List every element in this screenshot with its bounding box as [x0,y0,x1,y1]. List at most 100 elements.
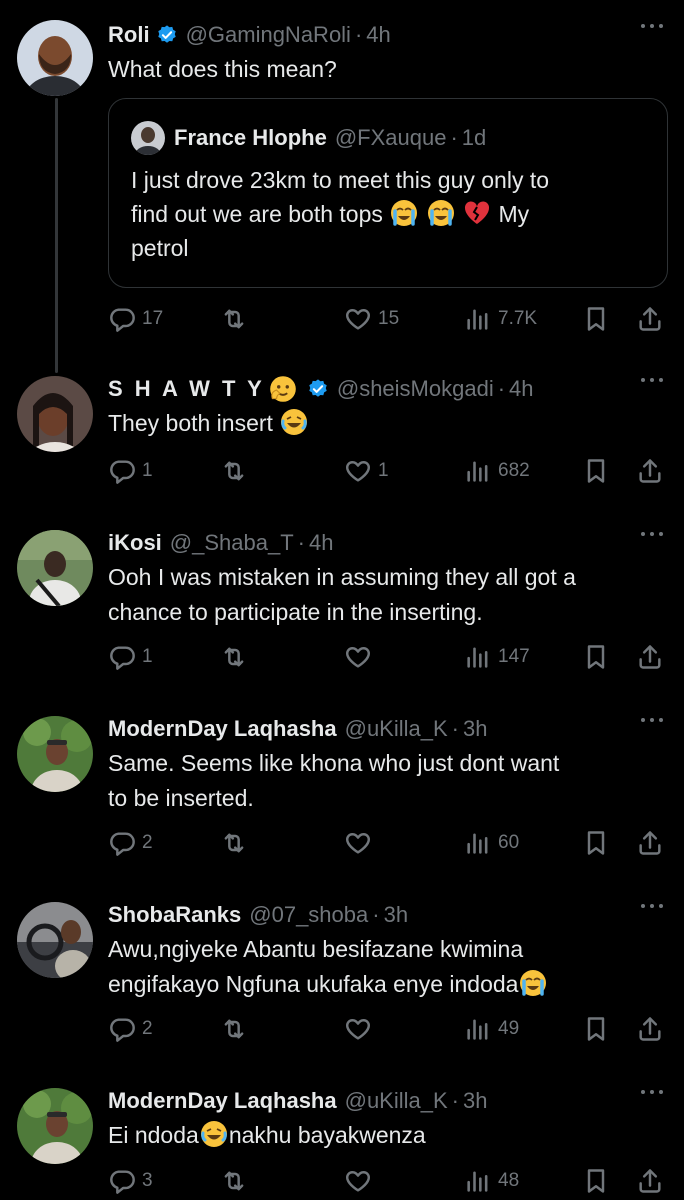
share-button[interactable] [636,454,664,488]
timestamp[interactable]: 3h [463,715,487,743]
more-icon[interactable] [640,902,664,910]
bookmark-button[interactable] [582,454,610,488]
share-button[interactable] [636,302,664,336]
author-handle[interactable]: @uKilla_K [345,1087,448,1115]
quoted-tweet-text: I just drove 23km to meet this guy only … [131,163,645,265]
reply-button[interactable]: 1 [108,640,153,674]
repost-button[interactable] [220,302,248,336]
views-button[interactable]: 682 [464,454,530,488]
author-handle[interactable]: @07_shoba [249,901,368,929]
more-icon[interactable] [640,530,664,538]
separator-dot: · [450,125,458,150]
more-icon[interactable] [640,22,664,30]
views-button[interactable]: 147 [464,640,530,674]
avatar[interactable] [17,376,93,452]
author-name[interactable]: ModernDay Laqhasha [108,1087,337,1115]
timestamp[interactable]: 4h [309,529,333,557]
repost-button[interactable] [220,640,248,674]
quoted-tweet[interactable]: France Hlophe @FXauque · 1d I just drove… [108,98,668,288]
like-count: 1 [378,460,389,481]
reply-count: 17 [142,308,164,329]
bookmark-button[interactable] [582,826,610,860]
avatar[interactable] [17,1088,93,1164]
timestamp[interactable]: 3h [463,1087,487,1115]
views-icon [464,643,492,671]
more-icon[interactable] [640,1088,664,1096]
timestamp[interactable]: 4h [366,21,390,49]
repost-icon [220,457,248,485]
reply-count: 2 [142,832,153,853]
bookmark-button[interactable] [582,1164,610,1198]
quoted-author-handle: @FXauque [334,125,447,150]
like-button[interactable] [344,640,372,674]
tweet-text: Awu,ngiyeke Abantu besifazane kwimina en… [108,932,654,1002]
like-button[interactable] [344,826,372,860]
quoted-timestamp: 1d [461,125,487,150]
avatar[interactable] [17,902,93,978]
timestamp[interactable]: 3h [384,901,408,929]
like-button[interactable]: 15 [344,302,399,336]
separator-dot: · [297,530,305,555]
more-icon[interactable] [640,376,664,384]
tweet[interactable]: Roli @GamingNaRoli · 4h What does this m… [0,18,684,373]
share-icon [636,457,664,485]
author-handle[interactable]: @_Shaba_T [170,529,294,557]
tweet[interactable]: ShobaRanks @07_shoba · 3h Awu,ngiyeke Ab… [0,898,684,1068]
author-name[interactable]: Roli [108,21,150,49]
tweet-header: ModernDay Laqhasha @uKilla_K · 3h [108,712,624,746]
views-button[interactable]: 48 [464,1164,519,1198]
author-handle[interactable]: @sheisMokgadi [337,375,494,403]
reply-button[interactable]: 1 [108,454,153,488]
author-name[interactable]: ShobaRanks [108,901,241,929]
author-handle[interactable]: @uKilla_K [345,715,448,743]
reply-button[interactable]: 17 [108,302,163,336]
timestamp[interactable]: 4h [509,375,533,403]
bookmark-icon [582,829,610,857]
bookmark-button[interactable] [582,640,610,674]
avatar[interactable] [17,20,93,96]
repost-button[interactable] [220,1164,248,1198]
repost-button[interactable] [220,826,248,860]
bookmark-icon [582,1015,610,1043]
reply-button[interactable]: 2 [108,1012,153,1046]
bookmark-button[interactable] [582,1012,610,1046]
like-button[interactable]: 1 [344,454,389,488]
author-handle[interactable]: @GamingNaRoli [186,21,351,49]
share-button[interactable] [636,826,664,860]
author-name[interactable]: S H A W T Y [108,375,265,403]
more-icon[interactable] [640,716,664,724]
tweet[interactable]: iKosi @_Shaba_T · 4h Ooh I was mistaken … [0,526,684,696]
tweet[interactable]: ModernDay Laqhasha @uKilla_K · 3h Same. … [0,712,684,882]
share-button[interactable] [636,1164,664,1198]
face-with-tears-of-joy-emoji-icon [279,407,309,437]
share-button[interactable] [636,1012,664,1046]
tweet[interactable]: S H A W T Y @sheisMokgadi · 4h They both… [0,372,684,502]
author-name[interactable]: iKosi [108,529,162,557]
tweet[interactable]: ModernDay Laqhasha @uKilla_K · 3h Ei ndo… [0,1084,684,1200]
views-button[interactable]: 60 [464,826,519,860]
tweet-actions: 3 48 [108,1164,668,1198]
tweet-text-line: Ooh I was mistaken in assuming they all … [108,564,576,590]
like-button[interactable] [344,1164,372,1198]
repost-icon [220,305,248,333]
views-button[interactable]: 7.7K [464,302,537,336]
reply-button[interactable]: 2 [108,826,153,860]
views-icon [464,1015,492,1043]
reply-button[interactable]: 3 [108,1164,153,1198]
repost-button[interactable] [220,454,248,488]
author-name[interactable]: ModernDay Laqhasha [108,715,337,743]
reply-count: 2 [142,1018,153,1039]
views-button[interactable]: 49 [464,1012,519,1046]
bookmark-button[interactable] [582,302,610,336]
avatar[interactable] [17,530,93,606]
tweet-header: ModernDay Laqhasha @uKilla_K · 3h [108,1084,624,1118]
avatar[interactable] [17,716,93,792]
tweet-header: iKosi @_Shaba_T · 4h [108,526,624,560]
views-icon [464,1167,492,1195]
share-icon [636,643,664,671]
tweet-feed: Roli @GamingNaRoli · 4h What does this m… [0,0,684,1200]
quoted-tweet-header: France Hlophe @FXauque · 1d [131,121,486,155]
like-button[interactable] [344,1012,372,1046]
repost-button[interactable] [220,1012,248,1046]
share-button[interactable] [636,640,664,674]
